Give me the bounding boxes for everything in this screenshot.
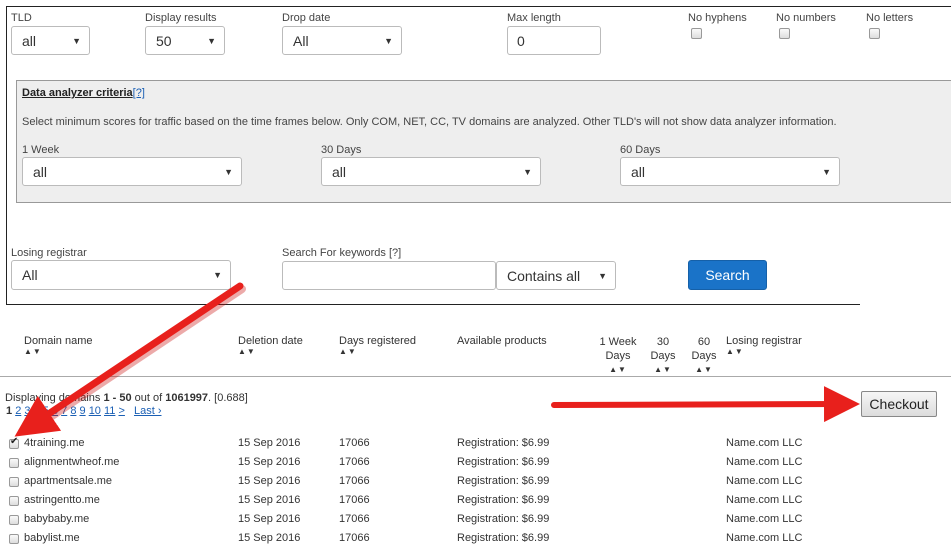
annotation-arrow-shadow [30,285,246,432]
annotation-arrow-checkout [551,386,860,423]
annotation-overlay [14,282,860,437]
annotation-arrow-checkbox [14,282,244,437]
